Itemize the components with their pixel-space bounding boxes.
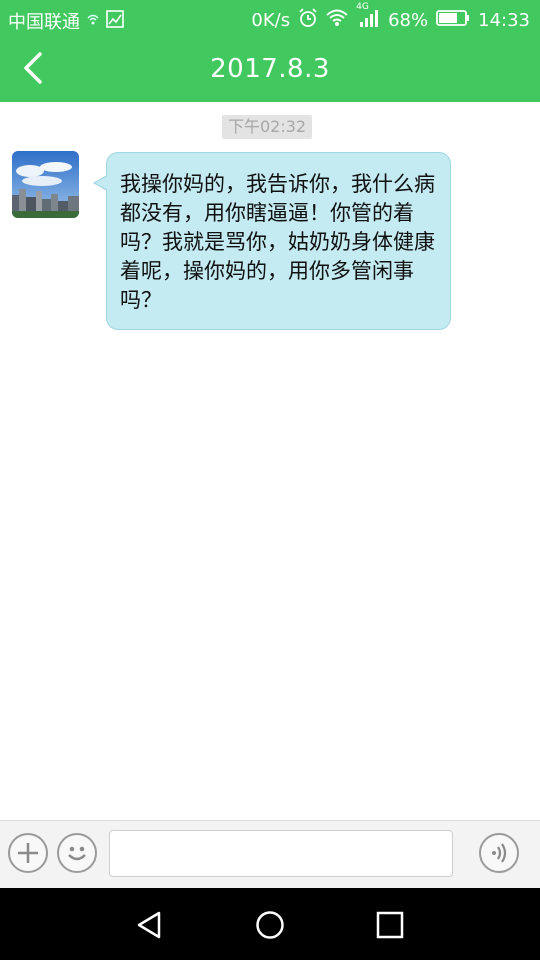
signal-icon: 4G [356,2,380,33]
clock: 14:33 [478,10,530,31]
avatar[interactable] [12,151,79,218]
wifi-icon [326,9,348,32]
square-recents-icon [376,911,404,939]
message-bubble[interactable]: 我操你妈的，我告诉你，我什么病都没有，用你瞎逼逼！你管的着吗？我就是骂你，姑奶奶… [93,152,451,330]
circle-home-icon [256,911,284,939]
carrier-label: 中国联通 [8,12,80,33]
input-bar [0,820,540,889]
wifi-calling-icon [86,11,100,32]
network-speed: 0K/s [251,10,291,31]
page-title: 2017.8.3 [210,54,330,84]
message-text: 我操你妈的，我告诉你，我什么病都没有，用你瞎逼逼！你管的着吗？我就是骂你，姑奶奶… [120,172,435,312]
gallery-icon [106,9,124,33]
title-bar: 2017.8.3 [0,38,540,102]
nav-back-button[interactable] [133,908,167,942]
battery-percent: 68% [388,10,429,31]
add-button[interactable] [8,833,48,873]
plus-icon [18,843,38,863]
navigation-bar [0,888,540,960]
nav-recents-button[interactable] [373,908,407,942]
voice-button[interactable] [479,833,519,873]
smiley-icon [68,846,86,861]
nav-home-button[interactable] [253,908,287,942]
network-type-label: 4G [356,2,369,12]
status-left: 中国联通 [8,8,124,34]
status-right: 0K/s 4G 68% 14:33 [251,2,530,33]
status-bar: 中国联通 0K/s 4G 68% 14:33 [0,0,540,38]
chat-area[interactable]: 下午02:32 我操你妈的，我告诉你，我什么病都没有，用你瞎逼逼！你管的着吗？我… [0,102,540,820]
emoji-button[interactable] [57,833,97,873]
triangle-back-icon [137,911,161,939]
voice-icon [492,843,507,863]
message-input[interactable] [109,830,453,877]
alarm-icon [298,8,318,33]
message-timestamp: 下午02:32 [222,115,313,139]
cityscape-avatar-image [12,151,79,218]
battery-icon [436,9,470,32]
